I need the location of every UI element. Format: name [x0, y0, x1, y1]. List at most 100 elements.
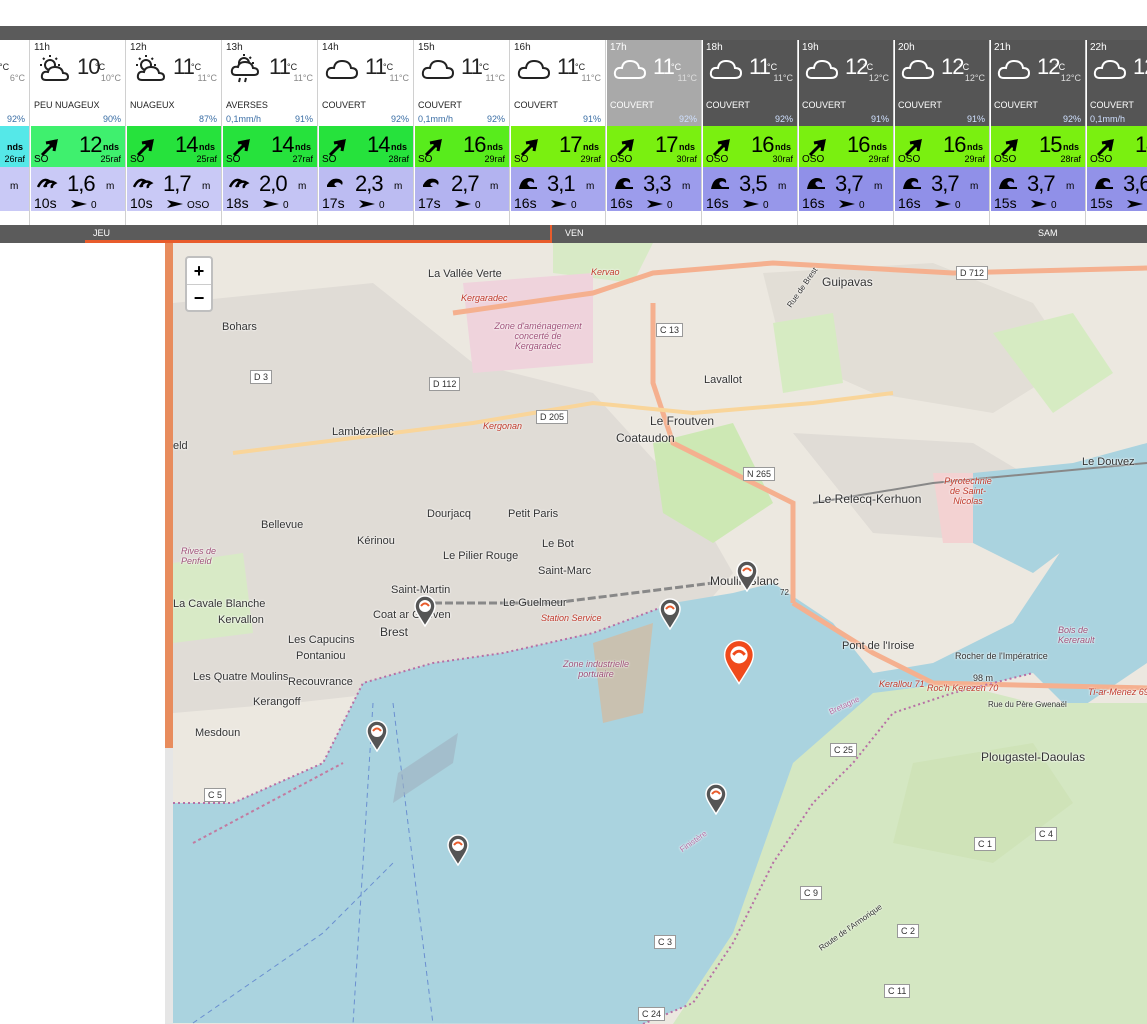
wave-cell: 3,6m15s0: [1087, 167, 1147, 211]
forecast-column[interactable]: 15h 11 °C 11°C COUVERT 0,1mm/h 92% 16 nds SO 29raf…: [415, 40, 510, 225]
weather-cell: 20h 12 °C 12°C COUVERT 91%: [895, 40, 989, 126]
forecast-column[interactable]: 16h 11 °C 11°C COUVERT 91% 17 nds SO 29raf 3,1 m 16s…: [511, 40, 606, 225]
wave-cell: 3,7 m 16s 0: [895, 167, 989, 211]
swell-direction-arrow-icon: [71, 197, 89, 209]
forecast-column[interactable]: 20h 12 °C 12°C COUVERT 91% 16 nds OSO 29raf 3,7 m 16…: [895, 40, 990, 225]
day-separator: [550, 225, 552, 243]
hour-label: 18h: [706, 42, 723, 53]
top-dark-bar: [0, 26, 1147, 40]
feels-like-temp: 11°C: [485, 73, 505, 83]
wind-gust: 29raf: [964, 154, 985, 164]
wind-cell: 15 nds OSO 28raf: [991, 126, 1085, 167]
wind-unit: nds: [775, 142, 792, 152]
place-label: Le Pilier Rouge: [443, 550, 519, 562]
forecast-column[interactable]: 9°C6°C92%9nds26raf1,5m0: [0, 40, 30, 225]
day-bar: JEU VEN SAM: [0, 225, 1147, 243]
zoom-in-button[interactable]: +: [187, 258, 211, 284]
zoom-out-button[interactable]: −: [187, 284, 211, 310]
wave-icon: [1093, 175, 1115, 191]
forecast-column[interactable]: 18h 11 °C 11°C COUVERT 92% 16 nds OSO 30raf 3,5 m 16…: [703, 40, 798, 225]
panel-handle-orange[interactable]: [165, 243, 173, 748]
forecast-column[interactable]: 19h 12 °C 12°C COUVERT 91% 16 nds OSO 29raf 3,7 m 16…: [799, 40, 894, 225]
forecast-column[interactable]: 14h 11 °C 11°C COUVERT 92% 14 nds SO 28raf 2,3 m 17s…: [319, 40, 414, 225]
wave-height-unit: m: [682, 181, 691, 192]
wave-height-unit: m: [10, 181, 19, 192]
swell-direction: OSO: [187, 200, 210, 211]
place-label: Lavallot: [704, 374, 742, 386]
wind-speed: 16: [463, 132, 487, 157]
wave-height: 3,7: [835, 171, 864, 196]
swell-direction-arrow-icon: [167, 197, 185, 209]
wind-speed: 14: [367, 132, 391, 157]
wave-icon: [517, 175, 539, 191]
swell-direction: 0: [667, 200, 673, 211]
forecast-column[interactable]: 11h 10 °C 10°C PEU NUAGEUX 90% 12 nds SO 25raf 1,6…: [31, 40, 126, 225]
wind-gust: 29raf: [868, 154, 889, 164]
weather-cell: 18h 11 °C 11°C COUVERT 92%: [703, 40, 797, 126]
wind-gust: 26raf: [4, 154, 25, 164]
wind-gust: 28raf: [388, 154, 409, 164]
spot-marker[interactable]: [705, 783, 727, 815]
feels-like-temp: 11°C: [581, 73, 601, 83]
hour-label: 20h: [898, 42, 915, 53]
rain-amount: 0,1mm/h: [226, 114, 262, 124]
swell-direction-arrow-icon: [551, 197, 569, 209]
wind-gust: 27raf: [292, 154, 313, 164]
spot-marker[interactable]: [414, 595, 436, 627]
road-number: C 24: [638, 1007, 666, 1021]
wave-height-unit: m: [106, 181, 115, 192]
hour-label: 13h: [226, 42, 243, 53]
swell-direction: 0: [475, 200, 481, 211]
spot-marker[interactable]: [659, 598, 681, 630]
humidity: 92%: [6, 114, 25, 124]
wind-direction: SO: [34, 154, 49, 165]
wave-icon: [421, 175, 443, 191]
road-number: C 1: [974, 837, 997, 851]
spot-marker[interactable]: [366, 720, 388, 752]
wind-direction: SO: [226, 154, 241, 165]
wave-icon: [36, 175, 59, 191]
wave-icon: [613, 175, 635, 191]
forecast-column[interactable]: 12h 11 °C 11°C NUAGEUX 87% 14 nds SO 25raf 1,7 m 10s…: [127, 40, 222, 225]
poi-label: Kerallou 71: [879, 679, 925, 689]
wind-direction: OSO: [994, 154, 1017, 165]
forecast-column[interactable]: 21h 12 °C 12°C COUVERT 92% 15 nds OSO 28raf 3,7 m 15…: [991, 40, 1086, 225]
wave-cell: 3,7 m 15s 0: [991, 167, 1085, 211]
humidity: 91%: [966, 114, 985, 124]
cloud-icon: [612, 54, 648, 84]
weather-cell: 22h12°C12°CCOUVERT0,1mm/h9: [1087, 40, 1147, 126]
wind-direction: SO: [514, 154, 529, 165]
wave-cell: 1,6 m 10s 0: [31, 167, 125, 211]
road-number: N 265: [743, 467, 776, 481]
map-pin-icon: [659, 598, 681, 630]
forecast-column[interactable]: 13h 11 °C 11°C AVERSES 0,1mm/h 91% 14 nds SO 27raf…: [223, 40, 318, 225]
poi-label: Kergaradec: [461, 293, 508, 303]
wave-height: 1,7: [163, 171, 192, 196]
poi-label: Rives de Penfeld: [181, 546, 217, 566]
place-label: Le Guelmeur: [503, 597, 567, 609]
wind-gust: 29raf: [484, 154, 505, 164]
selected-spot-marker[interactable]: [723, 639, 755, 685]
spot-marker[interactable]: [447, 834, 469, 866]
map-view[interactable]: La Vallée Verte Guipavas Bohars Lavallot…: [173, 243, 1147, 1024]
wind-cell: 17 nds OSO 30raf: [607, 126, 701, 167]
day-label-thursday: JEU: [93, 228, 111, 238]
weather-cell: 17h 11 °C 11°C COUVERT 92%: [607, 40, 701, 126]
poi-label: Station Service: [541, 613, 602, 623]
forecast-column[interactable]: 22h12°C12°CCOUVERT0,1mm/h914ndsOSO23,6m1…: [1087, 40, 1147, 225]
day-label-friday: VEN: [565, 228, 584, 238]
wave-icon: [132, 175, 155, 191]
wind-gust: 25raf: [100, 154, 121, 164]
spot-marker[interactable]: [736, 560, 758, 592]
wind-direction: SO: [130, 154, 145, 165]
wind-gust: 30raf: [676, 154, 697, 164]
wave-height-unit: m: [490, 181, 499, 192]
rain-amount: 0,1mm/h: [418, 114, 454, 124]
wind-cell: 16 nds OSO 29raf: [895, 126, 989, 167]
wave-period: 15s: [994, 195, 1017, 211]
wave-period: 17s: [322, 195, 345, 211]
swell-direction: 0: [91, 200, 97, 211]
cloud-icon: [900, 54, 936, 84]
forecast-column[interactable]: 17h 11 °C 11°C COUVERT 92% 17 nds OSO 30raf 3,3 m 16…: [607, 40, 702, 225]
place-label: Pont de l'Iroise: [842, 640, 915, 652]
